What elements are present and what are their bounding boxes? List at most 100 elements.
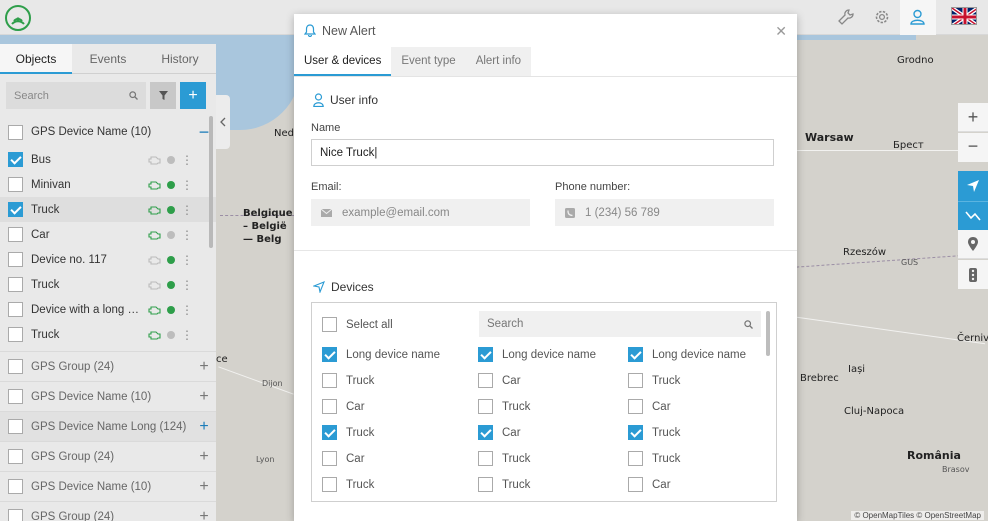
phone-field[interactable]: 1 (234) 56 789 — [555, 199, 774, 226]
device-option-checkbox[interactable] — [322, 451, 337, 466]
device-row[interactable]: Device no. 117 ⋮ — [0, 247, 216, 272]
wrench-icon[interactable] — [835, 6, 857, 28]
select-all-checkbox[interactable]: Select all — [322, 317, 393, 332]
group-row[interactable]: GPS Device Name (10) + — [0, 471, 216, 501]
group-checkbox[interactable] — [8, 449, 23, 464]
filter-button[interactable] — [150, 82, 176, 109]
device-option[interactable]: Truck — [322, 477, 374, 492]
more-options-icon[interactable]: ⋮ — [181, 329, 193, 341]
device-option-checkbox[interactable] — [322, 373, 337, 388]
panel-scrollbar[interactable] — [209, 116, 213, 248]
more-options-icon[interactable]: ⋮ — [181, 279, 193, 291]
add-object-button[interactable]: + — [180, 82, 206, 109]
poi-button[interactable] — [958, 230, 988, 259]
device-option[interactable]: Car — [628, 399, 671, 414]
zoom-in-button[interactable]: + — [958, 103, 988, 132]
expand-icon[interactable]: + — [198, 448, 210, 466]
group-checkbox[interactable] — [8, 479, 23, 494]
route-button[interactable] — [958, 201, 988, 230]
group-row[interactable]: GPS Device Name (10) + — [0, 381, 216, 411]
device-row[interactable]: Bus ⋮ — [0, 147, 216, 172]
device-option[interactable]: Car — [478, 425, 521, 440]
device-checkbox[interactable] — [8, 327, 23, 342]
tab-events[interactable]: Events — [72, 44, 144, 73]
device-option-checkbox[interactable] — [478, 347, 493, 362]
device-option[interactable]: Truck — [478, 477, 530, 492]
device-option-checkbox[interactable] — [628, 425, 643, 440]
objects-search-input[interactable]: Search — [6, 82, 146, 109]
device-option[interactable]: Truck — [628, 425, 680, 440]
tab-event-type[interactable]: Event type — [391, 47, 466, 76]
device-option-checkbox[interactable] — [628, 399, 643, 414]
group-row[interactable]: GPS Group (24) + — [0, 501, 216, 521]
navigate-button[interactable] — [958, 171, 988, 201]
collapse-panel-button[interactable] — [216, 95, 230, 149]
device-row[interactable]: Truck ⋮ — [0, 322, 216, 347]
device-option[interactable]: Car — [478, 373, 521, 388]
device-option[interactable]: Long device name — [322, 347, 440, 362]
device-option-checkbox[interactable] — [478, 451, 493, 466]
expand-icon[interactable]: + — [198, 478, 210, 496]
user-menu-button[interactable] — [900, 0, 936, 35]
tab-objects[interactable]: Objects — [0, 44, 72, 74]
group-row[interactable]: GPS Device Name (10) − — [0, 117, 216, 147]
device-option[interactable]: Car — [322, 451, 365, 466]
tab-alert-info[interactable]: Alert info — [465, 47, 532, 76]
group-checkbox[interactable] — [8, 124, 23, 140]
checkbox[interactable] — [322, 317, 337, 332]
device-checkbox[interactable] — [8, 177, 23, 192]
uk-flag-icon[interactable] — [951, 7, 977, 25]
device-option-checkbox[interactable] — [322, 347, 337, 362]
device-option-checkbox[interactable] — [628, 347, 643, 362]
device-row[interactable]: Truck ⋮ — [0, 197, 216, 222]
group-row[interactable]: GPS Device Name Long (124) + — [0, 411, 216, 441]
device-option-checkbox[interactable] — [478, 477, 493, 492]
group-checkbox[interactable] — [8, 359, 23, 374]
device-option[interactable]: Truck — [628, 373, 680, 388]
device-option[interactable]: Truck — [322, 425, 374, 440]
expand-icon[interactable]: + — [198, 358, 210, 376]
email-field[interactable]: example@email.com — [311, 199, 530, 226]
device-checkbox[interactable] — [8, 227, 23, 242]
group-row[interactable]: GPS Group (24) + — [0, 441, 216, 471]
device-checkbox[interactable] — [8, 277, 23, 292]
device-option-checkbox[interactable] — [628, 451, 643, 466]
device-option-checkbox[interactable] — [322, 399, 337, 414]
more-options-icon[interactable]: ⋮ — [181, 204, 193, 216]
more-options-icon[interactable]: ⋮ — [181, 229, 193, 241]
devices-scrollbar[interactable] — [766, 311, 770, 356]
device-option[interactable]: Truck — [322, 373, 374, 388]
device-option-checkbox[interactable] — [628, 477, 643, 492]
group-row[interactable]: GPS Group (24) + — [0, 351, 216, 381]
device-option[interactable]: Car — [628, 477, 671, 492]
device-option-checkbox[interactable] — [322, 477, 337, 492]
more-options-icon[interactable]: ⋮ — [181, 154, 193, 166]
device-option-checkbox[interactable] — [628, 373, 643, 388]
group-checkbox[interactable] — [8, 419, 23, 434]
more-options-icon[interactable]: ⋮ — [181, 254, 193, 266]
tab-history[interactable]: History — [144, 44, 216, 73]
gear-icon[interactable] — [871, 6, 893, 28]
device-option[interactable]: Long device name — [478, 347, 596, 362]
device-option[interactable]: Car — [322, 399, 365, 414]
traffic-button[interactable] — [958, 260, 988, 289]
device-checkbox[interactable] — [8, 302, 23, 317]
more-options-icon[interactable]: ⋮ — [181, 179, 193, 191]
expand-icon[interactable]: + — [198, 508, 210, 521]
device-row[interactable]: Car ⋮ — [0, 222, 216, 247]
device-option-checkbox[interactable] — [478, 373, 493, 388]
group-checkbox[interactable] — [8, 389, 23, 404]
device-option-checkbox[interactable] — [478, 399, 493, 414]
device-row[interactable]: Truck ⋮ — [0, 272, 216, 297]
device-option[interactable]: Truck — [478, 399, 530, 414]
tab-user-devices[interactable]: User & devices — [294, 47, 392, 76]
group-checkbox[interactable] — [8, 509, 23, 521]
device-row[interactable]: Device with a long n... ⋮ — [0, 297, 216, 322]
logo-icon[interactable] — [4, 4, 32, 32]
device-option-checkbox[interactable] — [478, 425, 493, 440]
more-options-icon[interactable]: ⋮ — [181, 304, 193, 316]
device-option[interactable]: Truck — [478, 451, 530, 466]
expand-icon[interactable]: + — [198, 418, 210, 436]
device-search-input[interactable]: Search — [479, 311, 761, 337]
device-option-checkbox[interactable] — [322, 425, 337, 440]
